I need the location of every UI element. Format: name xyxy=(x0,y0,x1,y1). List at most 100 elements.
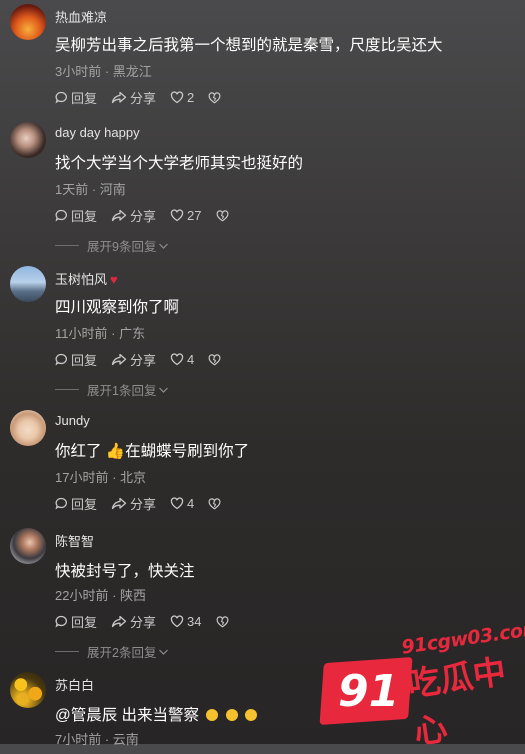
expand-replies-label: 展开1条回复 xyxy=(87,384,157,398)
comment-text: 找个大学当个大学老师其实也挺好的 xyxy=(55,155,304,172)
heart-icon xyxy=(170,91,184,104)
comment-text-body: @管晨辰 出来当警察 xyxy=(55,707,200,724)
broken-heart-icon xyxy=(208,91,221,104)
comment-meta: 3小时前 · 黑龙江 xyxy=(55,64,152,79)
reply-icon xyxy=(55,353,67,366)
comment-time: 7小时前 xyxy=(55,732,102,747)
divider-line xyxy=(55,245,79,246)
share-label: 分享 xyxy=(130,497,157,512)
like-count: 4 xyxy=(187,352,195,367)
share-icon xyxy=(111,497,127,510)
comment-meta: 1天前 · 河南 xyxy=(55,182,126,197)
comment-time: 3小时前 xyxy=(55,64,102,79)
comment-text: 快被封号了，快关注 xyxy=(55,563,195,580)
share-button[interactable]: 分享 xyxy=(111,350,156,369)
share-label: 分享 xyxy=(130,353,157,368)
username[interactable]: 苏白白 xyxy=(55,675,94,694)
share-button[interactable]: 分享 xyxy=(111,494,156,513)
user-avatar[interactable] xyxy=(10,122,46,158)
like-count: 4 xyxy=(187,496,195,511)
divider-line xyxy=(55,651,79,652)
dislike-button[interactable] xyxy=(216,615,232,628)
comment-actions: 回复 分享 2 xyxy=(55,88,238,107)
share-icon xyxy=(111,209,127,222)
chevron-down-icon xyxy=(159,649,169,655)
user-avatar[interactable] xyxy=(10,410,46,446)
reply-label: 回复 xyxy=(71,615,98,630)
broken-heart-icon xyxy=(208,497,221,510)
comment-actions: 回复 分享 27 xyxy=(55,206,246,225)
reply-button[interactable]: 回复 xyxy=(55,612,97,631)
comment-text: @管晨辰 出来当警察 xyxy=(55,703,257,725)
share-icon xyxy=(111,91,127,104)
share-button[interactable]: 分享 xyxy=(111,88,156,107)
share-icon xyxy=(111,615,127,628)
username[interactable]: 热血难凉 xyxy=(55,7,107,26)
like-button[interactable]: 2 xyxy=(170,90,194,105)
like-button[interactable]: 27 xyxy=(170,208,202,223)
comment-text-after: 在蝴蝶号刷到你了 xyxy=(125,443,250,460)
reply-button[interactable]: 回复 xyxy=(55,494,97,513)
username[interactable]: 陈智智 xyxy=(55,531,94,550)
heart-icon xyxy=(170,497,184,510)
chevron-down-icon xyxy=(159,243,169,249)
laughing-emoji-icon xyxy=(225,709,238,721)
watermark-name: 吃瓜中心 xyxy=(404,652,509,751)
comment-actions: 回复 分享 4 xyxy=(55,350,238,369)
heart-icon xyxy=(170,353,184,366)
user-avatar[interactable] xyxy=(10,4,46,40)
comment-actions: 回复 分享 34 xyxy=(55,612,246,631)
reply-icon xyxy=(55,615,67,628)
comment-text: 四川观察到你了啊 xyxy=(55,299,180,316)
dislike-button[interactable] xyxy=(208,91,224,104)
chevron-down-icon xyxy=(159,387,169,393)
comment-time: 17小时前 xyxy=(55,470,109,485)
broken-heart-icon xyxy=(216,615,228,628)
dislike-button[interactable] xyxy=(216,209,232,222)
reply-icon xyxy=(55,91,67,104)
reply-button[interactable]: 回复 xyxy=(55,206,97,225)
like-button[interactable]: 34 xyxy=(170,614,202,629)
comment-location: 云南 xyxy=(112,732,139,747)
username-text: 玉树怕风 xyxy=(55,272,108,287)
comment-location: 黑龙江 xyxy=(112,64,152,79)
user-avatar[interactable] xyxy=(10,528,46,564)
like-count: 34 xyxy=(187,614,202,629)
share-label: 分享 xyxy=(130,209,157,224)
username[interactable]: Jundy xyxy=(55,413,90,428)
comment-meta: 7小时前 · 云南 xyxy=(55,732,139,747)
like-count: 2 xyxy=(187,90,195,105)
comment-time: 1天前 xyxy=(55,182,89,197)
reply-button[interactable]: 回复 xyxy=(55,350,97,369)
laughing-emoji-icon xyxy=(206,709,219,721)
comment-location: 陕西 xyxy=(120,588,147,603)
broken-heart-icon xyxy=(208,353,221,366)
username[interactable]: 玉树怕风 ♥ xyxy=(55,269,118,288)
like-button[interactable]: 4 xyxy=(170,352,194,367)
reply-button[interactable]: 回复 xyxy=(55,88,97,107)
like-button[interactable]: 4 xyxy=(170,496,194,511)
expand-replies-button[interactable]: 展开1条回复 xyxy=(55,380,169,399)
username[interactable]: day day happy xyxy=(55,125,140,140)
share-button[interactable]: 分享 xyxy=(111,206,156,225)
comment-meta: 11小时前 · 广东 xyxy=(55,326,146,341)
share-button[interactable]: 分享 xyxy=(111,612,156,631)
reply-label: 回复 xyxy=(71,353,98,368)
red-heart-icon: ♥ xyxy=(110,272,118,287)
like-count: 27 xyxy=(187,208,202,223)
laughing-emoji-icon xyxy=(244,709,257,721)
expand-replies-button[interactable]: 展开9条回复 xyxy=(55,236,169,255)
reply-label: 回复 xyxy=(71,91,98,106)
expand-replies-label: 展开2条回复 xyxy=(87,646,157,660)
user-avatar[interactable] xyxy=(10,266,46,302)
heart-icon xyxy=(170,209,184,222)
expand-replies-button[interactable]: 展开2条回复 xyxy=(55,642,169,661)
dislike-button[interactable] xyxy=(208,497,224,510)
comment-text: 吴柳芳出事之后我第一个想到的就是秦雪，尺度比吴还大 xyxy=(55,37,443,54)
reply-label: 回复 xyxy=(71,497,98,512)
comment-time: 22小时前 xyxy=(55,588,109,603)
dislike-button[interactable] xyxy=(208,353,224,366)
user-avatar[interactable] xyxy=(10,672,46,708)
comment-text-before: 你红了 xyxy=(55,443,102,460)
comment-location: 广东 xyxy=(119,326,146,341)
